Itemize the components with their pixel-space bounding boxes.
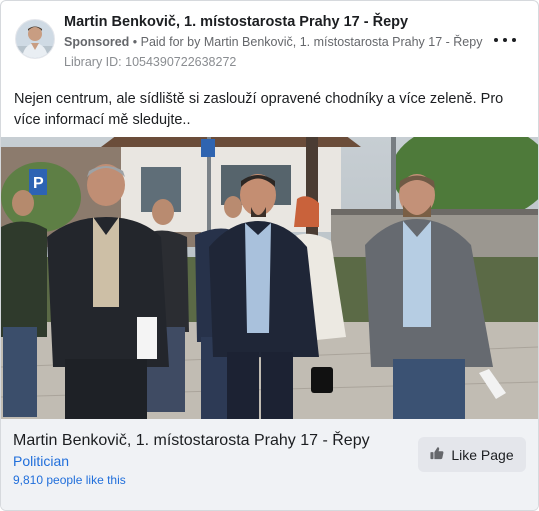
svg-text:P: P	[33, 175, 44, 192]
like-page-button[interactable]: Like Page	[418, 437, 526, 472]
page-name-link[interactable]: Martin Benkovič, 1. místostarosta Prahy …	[64, 14, 408, 30]
like-page-label: Like Page	[451, 446, 514, 463]
paid-for-by-name[interactable]: Martin Benkovič, 1. místostarosta Prahy …	[204, 35, 483, 49]
post-photo[interactable]: P	[1, 137, 538, 419]
post-header: Martin Benkovič, 1. místostarosta Prahy …	[13, 11, 526, 71]
library-id: Library ID: 1054390722638272	[64, 55, 237, 69]
sponsorship-info: Sponsored • Paid for by Martin Benkovič,…	[64, 35, 482, 49]
page-footer: Martin Benkovič, 1. místostarosta Prahy …	[1, 419, 538, 510]
thumbs-up-icon	[430, 446, 444, 463]
more-horizontal-icon[interactable]	[494, 33, 516, 47]
post-text: Nejen centrum, ale sídliště si zaslouží …	[14, 91, 504, 128]
paid-for-prefix: • Paid for by	[129, 35, 204, 49]
sponsored-label: Sponsored	[64, 35, 130, 49]
page-category[interactable]: Politician	[13, 453, 69, 469]
page-likes-count[interactable]: 9,810 people like this	[13, 473, 126, 487]
ad-card: Martin Benkovič, 1. místostarosta Prahy …	[0, 0, 539, 511]
footer-page-title[interactable]: Martin Benkovič, 1. místostarosta Prahy …	[13, 432, 370, 450]
page-avatar[interactable]	[15, 19, 55, 59]
